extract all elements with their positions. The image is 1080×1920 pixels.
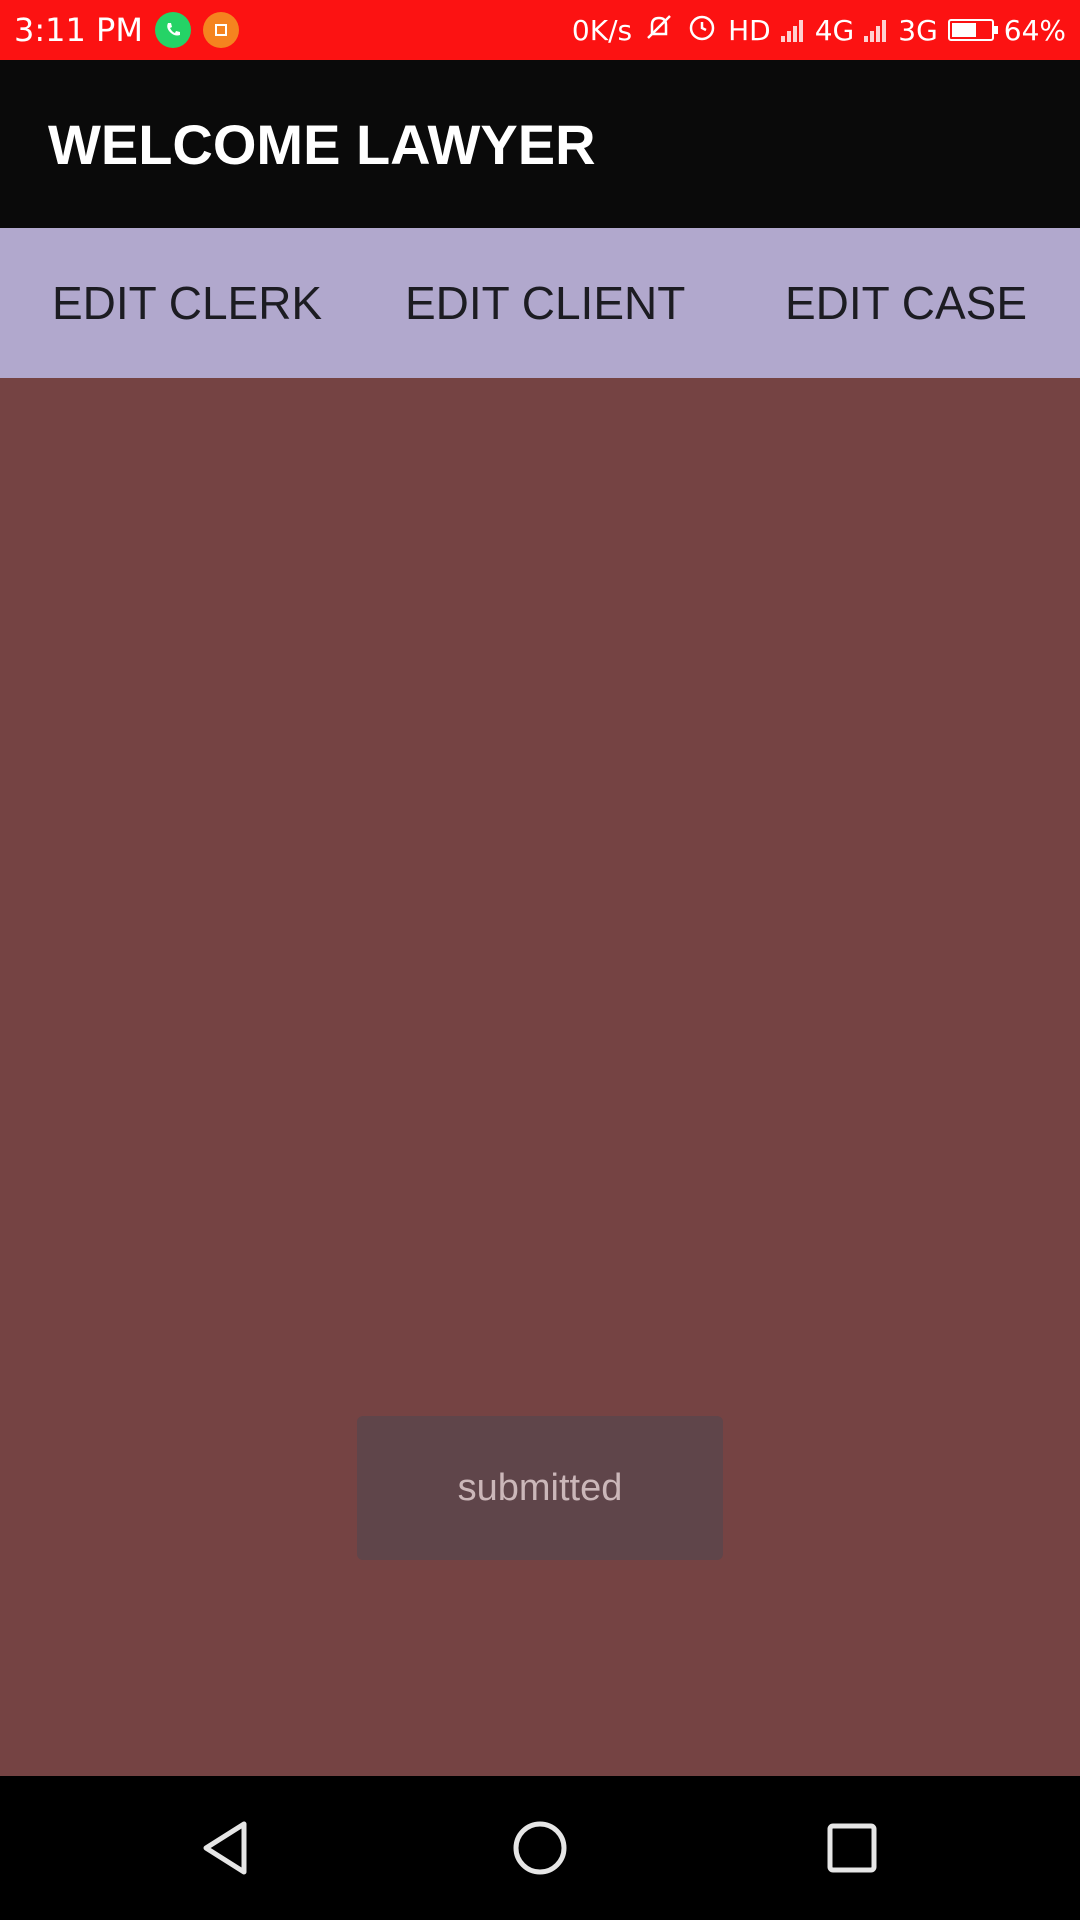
app-bar: WELCOME LAWYER xyxy=(0,60,1080,228)
navigation-bar xyxy=(0,1776,1080,1920)
toast-message: submitted xyxy=(357,1416,723,1560)
page-title: WELCOME LAWYER xyxy=(48,112,596,176)
signal-icon xyxy=(780,18,805,42)
edit-clerk-button[interactable]: EDIT CLERK xyxy=(52,276,322,330)
status-bar: 3:11 PM 0K/s HD 4G 3G 64% xyxy=(0,0,1080,60)
orange-app-icon xyxy=(202,12,239,48)
signal-icon xyxy=(864,18,888,42)
status-time: 3:11 PM xyxy=(14,11,143,49)
alarm-icon xyxy=(686,11,718,50)
battery-fill xyxy=(951,23,977,37)
home-icon[interactable] xyxy=(504,1812,576,1884)
network-4g: 4G xyxy=(814,13,855,47)
content-area xyxy=(0,378,1080,1776)
battery-icon xyxy=(947,19,998,41)
edit-client-button[interactable]: EDIT CLIENT xyxy=(405,276,685,330)
network-3g: 3G xyxy=(898,13,938,47)
status-right-group: 0K/s HD 4G 3G 64% xyxy=(562,11,1066,50)
edit-case-button[interactable]: EDIT CASE xyxy=(785,276,1027,330)
battery-percent: 64% xyxy=(1003,13,1066,47)
back-icon[interactable] xyxy=(192,1812,264,1884)
hd-label: HD xyxy=(728,13,771,47)
net-speed: 0K/s xyxy=(571,13,633,47)
menu-bar: EDIT CLERK EDIT CLIENT EDIT CASE xyxy=(0,228,1080,378)
mute-icon xyxy=(642,12,676,49)
recent-apps-icon[interactable] xyxy=(816,1812,888,1884)
whatsapp-icon xyxy=(154,12,191,48)
